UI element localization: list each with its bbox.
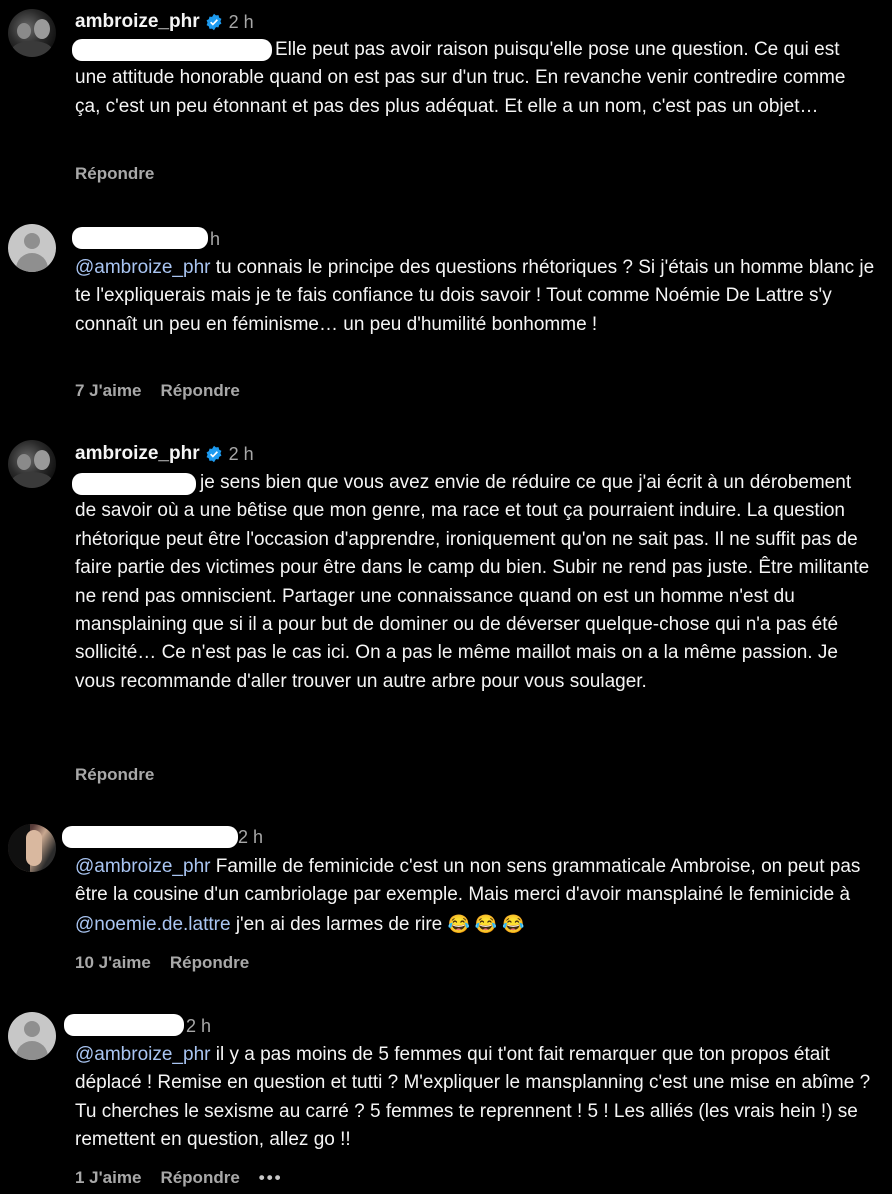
timestamp: 2 h xyxy=(186,1015,212,1036)
avatar[interactable] xyxy=(8,1012,56,1060)
timestamp: 2 h xyxy=(228,11,254,32)
timestamp: 2 h xyxy=(228,443,254,464)
comment-body: j'en ai des larmes de rire xyxy=(230,913,448,935)
username[interactable]: ambroize_phr xyxy=(75,443,200,465)
redacted-username xyxy=(64,1014,184,1036)
comment-text: @ambroize_phr il y a pas moins de 5 femm… xyxy=(75,1041,875,1155)
likes-count[interactable]: 7 J'aime xyxy=(75,381,141,401)
comment-text: @ambroize_phr tu connais le principe des… xyxy=(75,254,875,339)
verified-badge-icon xyxy=(206,445,222,463)
likes-count[interactable]: 1 J'aime xyxy=(75,1168,141,1188)
redacted-username xyxy=(62,826,238,848)
mention-link[interactable]: @ambroize_phr xyxy=(75,257,210,278)
comment-actions: 1 J'aime Répondre ••• xyxy=(75,1168,283,1188)
comment-text: @ambroize_phr Famille de feminicide c'es… xyxy=(75,853,875,939)
comment-header: h xyxy=(204,226,220,252)
mention-link[interactable]: @ambroize_phr xyxy=(75,1044,210,1065)
likes-count[interactable]: 10 J'aime xyxy=(75,953,151,973)
comment-actions: Répondre xyxy=(75,164,154,184)
comment-header: 2 h xyxy=(180,1013,211,1039)
reply-button[interactable]: Répondre xyxy=(75,765,154,785)
comment-header: 2 h xyxy=(232,824,263,850)
mention-link[interactable]: @noemie.de.lattre xyxy=(75,914,231,935)
comment-actions: Répondre xyxy=(75,765,154,785)
comment-text: Elle peut pas avoir raison puisqu'elle p… xyxy=(75,39,846,117)
reply-button[interactable]: Répondre xyxy=(160,1168,239,1188)
timestamp: h xyxy=(210,228,221,249)
avatar[interactable] xyxy=(8,824,56,872)
laughing-emoji: 😂 😂 😂 xyxy=(447,913,525,934)
avatar[interactable] xyxy=(8,9,56,57)
mention-link[interactable]: @ambroize_phr xyxy=(75,856,210,877)
avatar[interactable] xyxy=(8,440,56,488)
comment-text: je sens bien que vous avez envie de rédu… xyxy=(75,472,870,692)
username[interactable]: ambroize_phr xyxy=(75,11,200,33)
comment-actions: 10 J'aime Répondre xyxy=(75,953,249,973)
redacted-username xyxy=(72,227,208,249)
verified-badge-icon xyxy=(206,13,222,31)
reply-button[interactable]: Répondre xyxy=(160,381,239,401)
reply-button[interactable]: Répondre xyxy=(170,953,249,973)
comment-header: ambroize_phr 2 h xyxy=(75,441,254,467)
reply-button[interactable]: Répondre xyxy=(75,164,154,184)
comment-feed: ambroize_phr 2 h Elle peut pas avoir rai… xyxy=(0,0,892,1194)
more-options-icon[interactable]: ••• xyxy=(259,1168,283,1188)
comment-header: ambroize_phr 2 h xyxy=(75,9,254,35)
comment-actions: 7 J'aime Répondre xyxy=(75,381,240,401)
timestamp: 2 h xyxy=(238,826,264,847)
avatar[interactable] xyxy=(8,224,56,272)
